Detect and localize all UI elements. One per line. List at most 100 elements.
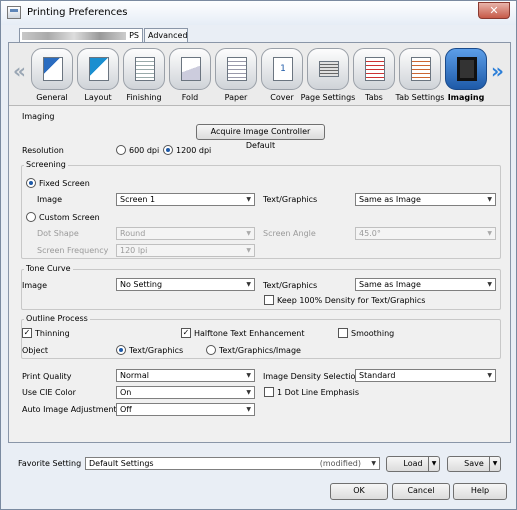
fixed-screen-label: Fixed Screen (39, 179, 90, 188)
load-button-label: Load (403, 459, 423, 468)
scroll-right-arrow-icon[interactable]: » (491, 59, 504, 83)
object-textgfx-image-label: Text/Graphics/Image (219, 346, 301, 355)
close-button[interactable]: ✕ (478, 2, 510, 19)
print-quality-select[interactable]: Normal (116, 369, 255, 382)
finishing-button[interactable] (123, 48, 165, 90)
radio-1200dpi-label: 1200 dpi (176, 146, 212, 155)
imaging-button[interactable] (445, 48, 487, 90)
keep-density-checkbox[interactable] (264, 295, 274, 305)
object-label: Object (22, 346, 49, 355)
printing-preferences-window: Printing Preferences ✕ PS Advanced « Gen… (0, 0, 517, 510)
dot-line-checkbox[interactable] (264, 387, 274, 397)
title-bar: Printing Preferences ✕ (1, 1, 516, 25)
category-toolbar: « General Layout Finishing Fold Paper 1 … (9, 43, 510, 106)
tab-printer-ps[interactable]: PS (19, 28, 143, 43)
auto-adjust-label: Auto Image Adjustment (22, 405, 117, 414)
save-button-label: Save (464, 459, 484, 468)
halftone-label: Halftone Text Enhancement (194, 329, 305, 338)
help-button[interactable]: Help (453, 483, 507, 500)
imaging-section-title: Imaging (22, 112, 55, 121)
tab-settings-icon (411, 57, 431, 81)
scroll-left-arrow-icon[interactable]: « (13, 59, 26, 83)
save-button[interactable]: Save ▼ (447, 456, 501, 472)
radio-1200dpi[interactable] (163, 145, 173, 155)
general-icon (43, 57, 63, 81)
window-title: Printing Preferences (27, 7, 128, 18)
favorite-setting-value: Default Settings (89, 459, 154, 468)
screen-angle-label: Screen Angle (263, 229, 316, 238)
screen-frequency-select[interactable]: 120 lpi (116, 244, 255, 257)
halftone-checkbox[interactable]: ✓ (181, 328, 191, 338)
radio-custom-screen[interactable] (26, 212, 36, 222)
cover-button[interactable]: 1 (261, 48, 303, 90)
tone-curve-title: Tone Curve (24, 264, 73, 273)
favorite-setting-row: Favorite Setting Default Settings (modif… (8, 454, 511, 474)
tab-settings-button[interactable] (399, 48, 441, 90)
fold-icon (181, 57, 201, 81)
tabs-icon (365, 57, 385, 81)
acquire-default-button[interactable]: Acquire Image Controller Default (196, 124, 325, 150)
auto-adjust-select[interactable]: Off (116, 403, 255, 416)
radio-fixed-screen[interactable] (26, 178, 36, 188)
tone-textgfx-label: Text/Graphics (263, 281, 318, 290)
finishing-icon (135, 57, 155, 81)
print-quality-label: Print Quality (22, 372, 72, 381)
dot-shape-select[interactable]: Round (116, 227, 255, 240)
tab-advanced[interactable]: Advanced (144, 28, 188, 42)
cie-color-label: Use CIE Color (22, 388, 76, 397)
density-selection-label: Image Density Selection (263, 372, 361, 381)
imaging-panel: « General Layout Finishing Fold Paper 1 … (8, 42, 511, 443)
thinning-checkbox[interactable]: ✓ (22, 328, 32, 338)
tone-image-select[interactable]: No Setting (116, 278, 255, 291)
cie-color-select[interactable]: On (116, 386, 255, 399)
thinning-label: Thinning (35, 329, 70, 338)
screening-title: Screening (24, 160, 68, 169)
screen-frequency-label: Screen Frequency (37, 246, 109, 255)
tab-ps-suffix: PS (129, 31, 139, 40)
outline-process-title: Outline Process (24, 314, 90, 323)
cancel-button[interactable]: Cancel (392, 483, 450, 500)
cover-icon: 1 (273, 57, 293, 81)
tabs-button[interactable] (353, 48, 395, 90)
screening-textgfx-select[interactable]: Same as Image (355, 193, 496, 206)
page-settings-button[interactable] (307, 48, 349, 90)
ok-button[interactable]: OK (330, 483, 388, 500)
keep-density-label: Keep 100% Density for Text/Graphics (277, 296, 426, 305)
modified-indicator: (modified) (319, 459, 361, 468)
radio-object-textgfx-image[interactable] (206, 345, 216, 355)
load-dropdown-icon[interactable]: ▼ (428, 457, 439, 471)
radio-object-textgfx[interactable] (116, 345, 126, 355)
layout-icon (89, 57, 109, 81)
smoothing-label: Smoothing (351, 329, 395, 338)
screening-textgfx-label: Text/Graphics (263, 195, 318, 204)
general-button[interactable] (31, 48, 73, 90)
paper-button[interactable] (215, 48, 257, 90)
page-settings-icon (319, 61, 339, 77)
dot-line-label: 1 Dot Line Emphasis (277, 388, 360, 397)
tone-textgfx-select[interactable]: Same as Image (355, 278, 496, 291)
fold-button[interactable] (169, 48, 211, 90)
radio-600dpi[interactable] (116, 145, 126, 155)
imaging-icon (457, 57, 477, 81)
favorite-setting-select[interactable]: Default Settings (modified) (85, 457, 380, 470)
screen-angle-select[interactable]: 45.0° (355, 227, 496, 240)
screening-image-select[interactable]: Screen 1 (116, 193, 255, 206)
imaging-label: Imaging (447, 93, 485, 102)
save-dropdown-icon[interactable]: ▼ (489, 457, 500, 471)
smoothing-checkbox[interactable] (338, 328, 348, 338)
dot-shape-label: Dot Shape (37, 229, 79, 238)
radio-600dpi-label: 600 dpi (129, 146, 160, 155)
layout-button[interactable] (77, 48, 119, 90)
redacted-printer-name (22, 32, 126, 40)
printer-app-icon (7, 6, 21, 19)
screening-group (21, 165, 501, 259)
object-textgfx-label: Text/Graphics (129, 346, 184, 355)
paper-icon (227, 57, 247, 81)
screening-image-label: Image (37, 195, 63, 204)
load-button[interactable]: Load ▼ (386, 456, 440, 472)
density-selection-select[interactable]: Standard (355, 369, 496, 382)
favorite-setting-label: Favorite Setting (18, 459, 82, 468)
tone-image-label: Image (22, 281, 48, 290)
resolution-label: Resolution (22, 146, 64, 155)
custom-screen-label: Custom Screen (39, 213, 100, 222)
